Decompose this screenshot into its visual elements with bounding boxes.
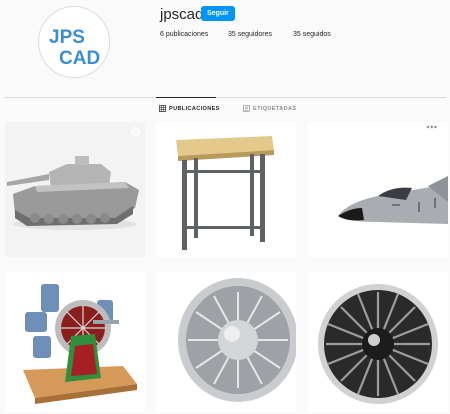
multiple-images-icon bbox=[434, 277, 443, 286]
jet-model-image: ◀ ◆ ▶ bbox=[308, 122, 448, 257]
post-tank[interactable] bbox=[5, 122, 145, 257]
turbine-fan-model-image bbox=[156, 272, 296, 412]
tab-etiquetadas-label: ETIQUETADAS bbox=[253, 105, 297, 112]
following-count[interactable]: 35 seguidos bbox=[293, 31, 331, 38]
tab-etiquetadas[interactable]: ETIQUETADAS bbox=[243, 105, 296, 112]
multiple-images-icon bbox=[131, 277, 140, 286]
posts-count[interactable]: 6 publicaciones bbox=[160, 31, 208, 38]
logo-text-top: JPS bbox=[49, 27, 85, 48]
post-turbine-front[interactable] bbox=[308, 272, 448, 412]
follow-button[interactable]: Seguir bbox=[201, 6, 235, 21]
tag-icon bbox=[243, 105, 250, 112]
tank-model-image bbox=[5, 122, 145, 257]
radial-engine-model-image bbox=[5, 272, 145, 412]
avatar[interactable]: JPS CAD bbox=[38, 6, 110, 78]
stool-model-image bbox=[156, 122, 296, 257]
active-tab-indicator bbox=[156, 97, 216, 98]
profile-tabs: PUBLICACIONES ETIQUETADAS bbox=[0, 105, 450, 117]
post-jet[interactable]: ◀ ◆ ▶ bbox=[308, 122, 448, 257]
grid-icon bbox=[159, 105, 166, 112]
multiple-images-icon bbox=[131, 127, 140, 136]
post-radial-engine[interactable] bbox=[5, 272, 145, 412]
profile-username: jpscad bbox=[160, 6, 204, 23]
tab-publicaciones[interactable]: PUBLICACIONES bbox=[159, 105, 220, 112]
jpscad-logo: JPS CAD bbox=[40, 8, 109, 77]
post-stool[interactable] bbox=[156, 122, 296, 257]
profile-header: JPS CAD jpscad Seguir 6 publicaciones 35… bbox=[0, 0, 450, 96]
followers-count[interactable]: 35 seguidores bbox=[228, 31, 272, 38]
tab-publicaciones-label: PUBLICACIONES bbox=[169, 105, 220, 112]
logo-text-bottom: CAD bbox=[59, 48, 100, 69]
svg-text:◀ ◆ ▶: ◀ ◆ ▶ bbox=[426, 124, 438, 129]
turbine-front-model-image bbox=[308, 272, 448, 412]
post-turbine-fan[interactable] bbox=[156, 272, 296, 412]
profile-divider bbox=[4, 97, 446, 98]
